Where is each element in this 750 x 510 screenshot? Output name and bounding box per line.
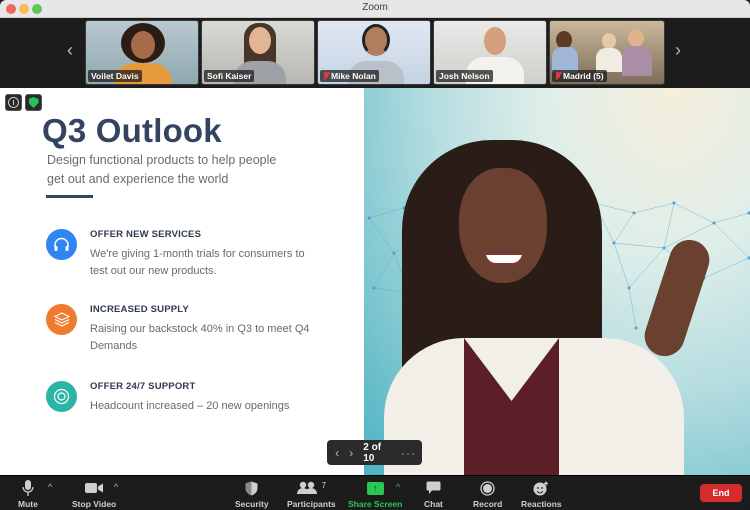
meeting-toolbar: Mute ^ Stop Video ^ Security 7 Participa…	[0, 475, 750, 510]
stop-video-button[interactable]: Stop Video	[72, 479, 116, 509]
slide-subtitle: Design functional products to help peopl…	[47, 153, 277, 186]
participant-name: Madrid (5)	[552, 70, 607, 82]
speaker-video	[364, 88, 750, 475]
reactions-label: Reactions	[521, 499, 562, 509]
video-camera-icon	[84, 479, 104, 497]
mute-button[interactable]: Mute	[18, 479, 38, 509]
headphones-icon	[46, 229, 77, 260]
lifebuoy-icon	[46, 381, 77, 412]
participants-label: Participants	[287, 499, 336, 509]
record-label: Record	[473, 499, 503, 509]
encryption-button[interactable]	[25, 94, 42, 111]
more-options-button[interactable]: ···	[401, 446, 416, 460]
chat-label: Chat	[424, 499, 443, 509]
speaker-face	[459, 168, 547, 283]
participant-tile[interactable]: Voilet Davis	[85, 20, 199, 85]
participant-name: Mike Nolan	[320, 70, 379, 82]
share-screen-icon: ↑	[366, 479, 384, 497]
person-face	[249, 27, 271, 54]
share-screen-label: Share Screen	[348, 499, 403, 509]
person-shirt	[622, 46, 652, 76]
microphone-icon	[22, 479, 34, 497]
chat-bubble-icon	[426, 479, 441, 497]
emoji-add-icon	[533, 479, 549, 497]
shield-check-icon	[28, 97, 39, 108]
record-button[interactable]: Record	[473, 479, 502, 509]
security-label: Security	[235, 499, 269, 509]
chat-button[interactable]: Chat	[424, 479, 443, 509]
person-face	[628, 29, 644, 47]
feature-heading: OFFER NEW SERVICES	[90, 229, 202, 240]
slide-page-indicator: 2 of 10	[363, 441, 382, 464]
slide-divider	[46, 195, 93, 198]
participants-icon: 7	[296, 479, 327, 497]
participant-tile[interactable]: Madrid (5)	[549, 20, 665, 85]
person-face	[602, 33, 616, 49]
gallery-next-button[interactable]: ›	[670, 40, 686, 61]
shared-slide: Q3 Outlook Design functional products to…	[0, 88, 364, 475]
feature-body: We're giving 1-month trials for consumer…	[90, 248, 305, 277]
feature-heading: OFFER 24/7 SUPPORT	[90, 381, 196, 392]
muted-mic-icon	[323, 72, 329, 80]
person-face	[131, 31, 155, 59]
record-icon	[480, 479, 495, 497]
next-slide-button[interactable]: ›	[347, 446, 355, 460]
slide-title: Q3 Outlook	[42, 112, 222, 149]
participant-count: 7	[321, 480, 327, 490]
participant-name: Sofi Kaiser	[204, 70, 255, 82]
mute-label: Mute	[18, 499, 38, 509]
participants-button[interactable]: 7 Participants	[287, 479, 336, 510]
participant-gallery: ‹ Voilet Davis Sofi Kaiser Mike Nolan Jo…	[0, 18, 750, 88]
share-screen-button[interactable]: ↑ Share Screen	[348, 479, 402, 509]
reactions-button[interactable]: Reactions	[521, 479, 562, 509]
window-title: Zoom	[362, 2, 388, 13]
muted-mic-icon	[555, 72, 561, 80]
feature-heading: INCREASED SUPPLY	[90, 304, 189, 315]
participant-name: Voilet Davis	[88, 70, 142, 82]
share-options-caret[interactable]: ^	[396, 482, 400, 492]
feature-body: Headcount increased – 20 new openings	[90, 400, 290, 412]
gallery-prev-button[interactable]: ‹	[62, 40, 78, 61]
participant-name: Josh Nelson	[436, 70, 493, 82]
person-face	[484, 27, 506, 55]
layers-icon	[46, 304, 77, 335]
stop-video-label: Stop Video	[72, 499, 117, 509]
video-options-caret[interactable]: ^	[114, 482, 118, 492]
person-shirt	[596, 48, 622, 72]
title-bar: Zoom	[0, 0, 750, 18]
participant-tile[interactable]: Josh Nelson	[433, 20, 547, 85]
slide-pager: ‹ › 2 of 10 ···	[327, 440, 422, 465]
audio-options-caret[interactable]: ^	[48, 482, 52, 492]
meeting-info-button[interactable]	[5, 94, 22, 111]
security-button[interactable]: Security	[235, 479, 269, 509]
person-headset	[362, 24, 390, 56]
participant-tile[interactable]: Sofi Kaiser	[201, 20, 315, 85]
meeting-status-icons	[5, 94, 42, 111]
feature-body: Raising our backstock 40% in Q3 to meet …	[90, 323, 310, 352]
info-icon	[8, 97, 19, 108]
shield-icon	[245, 479, 258, 497]
speaker-smile	[484, 253, 524, 265]
prev-slide-button[interactable]: ‹	[333, 446, 341, 460]
participant-tile[interactable]: Mike Nolan	[317, 20, 431, 85]
end-meeting-button[interactable]: End	[700, 484, 742, 502]
